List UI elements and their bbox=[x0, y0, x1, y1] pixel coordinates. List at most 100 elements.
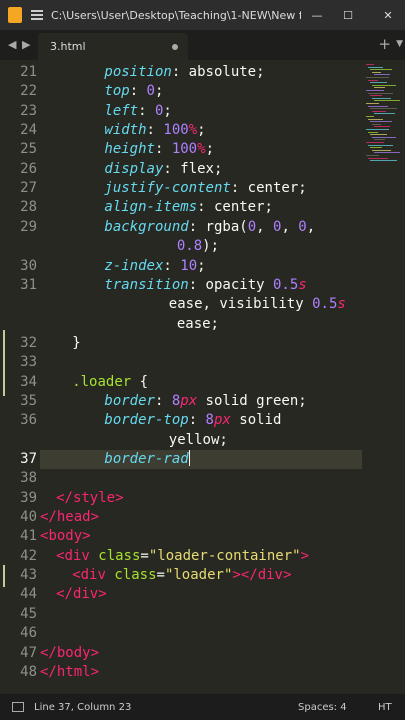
minimap-line bbox=[374, 74, 390, 76]
minimap-line bbox=[366, 129, 389, 130]
code-line[interactable]: align-items: center; bbox=[104, 198, 273, 217]
code-token: transition bbox=[104, 276, 189, 293]
code-token: > bbox=[90, 663, 100, 680]
code-token: 8 bbox=[205, 412, 214, 429]
minimap-line bbox=[368, 105, 388, 107]
minimap-line bbox=[374, 139, 385, 141]
code-token: > bbox=[300, 547, 310, 564]
code-line[interactable]: background: rgba(0, 0, 0, bbox=[104, 218, 315, 237]
minimap-line bbox=[372, 71, 381, 73]
code-line[interactable]: 0.8); bbox=[177, 237, 219, 256]
code-line[interactable]: width: 100%; bbox=[104, 121, 205, 140]
code-token: > bbox=[90, 644, 100, 661]
code-token: 0 bbox=[247, 218, 257, 235]
code-line[interactable]: } bbox=[72, 334, 80, 353]
code-editor[interactable]: 21 22 23 24 25 26 27 28 29 30 31 32 33 34 35 36 37 38 39 40… bbox=[0, 60, 405, 694]
minimize-icon[interactable]: — bbox=[302, 0, 332, 30]
new-tab-icon[interactable]: + bbox=[378, 35, 391, 53]
tab-label: 3.html bbox=[50, 40, 86, 53]
code-token: solid green; bbox=[197, 392, 307, 409]
minimap-line bbox=[374, 87, 385, 89]
minimap[interactable] bbox=[362, 60, 405, 694]
minimap-line bbox=[372, 123, 381, 125]
code-line[interactable]: z-index: 10; bbox=[104, 257, 205, 276]
menu-icon[interactable] bbox=[31, 10, 43, 20]
line-number: 27 bbox=[20, 180, 37, 197]
line-number: 28 bbox=[20, 199, 37, 216]
code-line[interactable]: top: 0; bbox=[104, 82, 163, 101]
code-line[interactable]: left: 0; bbox=[104, 102, 171, 121]
code-token: : bbox=[154, 141, 172, 158]
modified-line-marker bbox=[3, 565, 5, 587]
code-line[interactable]: </style> bbox=[56, 489, 123, 508]
code-token: ); bbox=[202, 238, 219, 255]
code-token: : bbox=[129, 83, 147, 100]
code-line[interactable]: </div> bbox=[56, 585, 107, 604]
code-token: z-index bbox=[104, 257, 164, 274]
code-line[interactable]: border: 8px solid green; bbox=[104, 392, 306, 411]
minimap-line bbox=[372, 97, 391, 99]
code-token: 0.5 bbox=[272, 276, 299, 293]
line-number: 30 bbox=[20, 257, 37, 274]
code-line[interactable]: ease; bbox=[177, 315, 219, 334]
code-token: </ bbox=[56, 586, 73, 603]
code-token: html bbox=[56, 663, 91, 680]
panel-toggle-icon[interactable] bbox=[12, 702, 24, 712]
code-token: > bbox=[90, 509, 100, 526]
code-line[interactable]: <body> bbox=[40, 527, 91, 546]
line-number: 48 bbox=[20, 663, 37, 680]
code-line[interactable]: ease, visibility 0.5s bbox=[169, 295, 346, 314]
tab-overflow-icon[interactable]: ▼ bbox=[396, 39, 403, 49]
code-token: ></ bbox=[232, 567, 258, 584]
code-line[interactable]: .loader { bbox=[72, 373, 148, 392]
code-line[interactable]: position: absolute; bbox=[104, 63, 264, 82]
code-line[interactable]: </head> bbox=[40, 508, 99, 527]
tab-3-html[interactable]: 3.html bbox=[38, 33, 188, 60]
code-token: </ bbox=[40, 663, 57, 680]
code-line[interactable]: </body> bbox=[40, 644, 99, 663]
line-number: 43 bbox=[20, 567, 37, 584]
code-token: </ bbox=[40, 644, 57, 661]
status-bar: Line 37, Column 23 Spaces: 4 HT bbox=[0, 694, 405, 720]
minimap-line bbox=[374, 113, 395, 115]
minimap-line bbox=[368, 92, 393, 94]
code-line[interactable]: justify-content: center; bbox=[104, 179, 306, 198]
window-title: C:\Users\User\Desktop\Teaching\1-NEW\New… bbox=[51, 8, 301, 22]
minimap-line bbox=[368, 66, 383, 68]
minimap-line bbox=[368, 131, 378, 133]
line-number: 36 bbox=[20, 412, 37, 429]
code-line[interactable]: border-top: 8px solid bbox=[104, 411, 281, 430]
maximize-icon[interactable]: ☐ bbox=[333, 0, 363, 30]
minimap-line bbox=[366, 116, 374, 117]
code-token: position bbox=[104, 64, 172, 80]
minimap-line bbox=[370, 121, 392, 123]
code-token: : opacity bbox=[188, 276, 273, 293]
close-icon[interactable]: ✕ bbox=[373, 0, 403, 30]
tab-forward-icon[interactable]: ▶ bbox=[22, 38, 30, 51]
code-line[interactable]: </html> bbox=[40, 663, 99, 682]
code-token: ease; bbox=[176, 315, 219, 332]
code-token: border-rad bbox=[104, 451, 189, 467]
minimap-line bbox=[366, 103, 379, 104]
tab-back-icon[interactable]: ◀ bbox=[8, 38, 16, 51]
syntax-setting[interactable]: HT bbox=[378, 702, 392, 713]
code-line[interactable]: display: flex; bbox=[104, 160, 222, 179]
indentation-setting[interactable]: Spaces: 4 bbox=[298, 702, 347, 713]
code-line[interactable]: <div class="loader-container"> bbox=[56, 547, 309, 566]
code-line[interactable]: border-rad bbox=[104, 450, 190, 469]
code-token: div bbox=[72, 586, 99, 603]
minimap-line bbox=[366, 90, 384, 91]
code-token: , bbox=[281, 218, 299, 235]
unsaved-dot-icon[interactable] bbox=[172, 44, 178, 50]
code-line[interactable]: yellow; bbox=[169, 431, 228, 450]
code-line[interactable]: <div class="loader"></div> bbox=[72, 566, 291, 585]
tab-bar: ◀ ▶ 3.html + ▼ bbox=[0, 30, 405, 60]
code-token: 0 bbox=[146, 83, 155, 100]
code-token: ; bbox=[197, 122, 206, 139]
minimap-line bbox=[366, 77, 389, 78]
title-bar: C:\Users\User\Desktop\Teaching\1-NEW\New… bbox=[0, 0, 405, 30]
code-token: : center; bbox=[197, 199, 273, 216]
code-line[interactable]: height: 100%; bbox=[104, 140, 214, 159]
minimap-line bbox=[370, 160, 397, 162]
code-line[interactable]: transition: opacity 0.5s bbox=[104, 276, 306, 295]
